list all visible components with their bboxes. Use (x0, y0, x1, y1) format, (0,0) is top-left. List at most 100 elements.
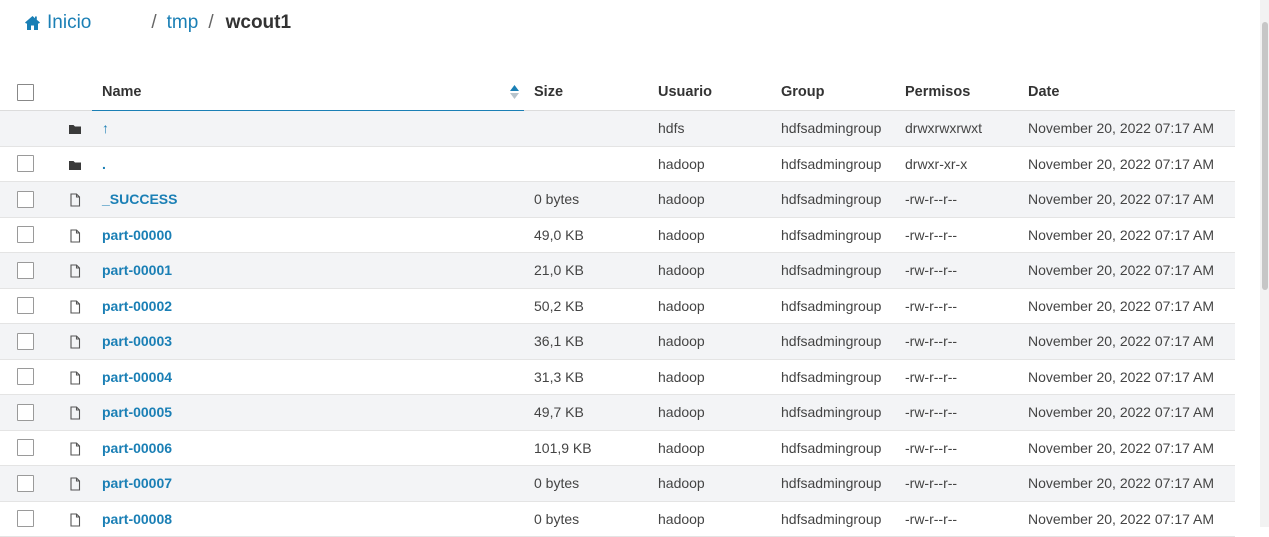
row-group: hdfsadmingroup (771, 501, 895, 537)
row-group: hdfsadmingroup (771, 359, 895, 395)
row-group: hdfsadmingroup (771, 217, 895, 253)
row-checkbox[interactable] (17, 510, 34, 528)
row-checkbox[interactable] (17, 261, 34, 279)
row-size: 0 bytes (524, 501, 648, 537)
sort-ascending-icon[interactable] (509, 83, 520, 101)
permissions-column-header[interactable]: Permisos (895, 74, 1018, 111)
table-row[interactable]: part-00002 50,2 KB hadoop hdfsadmingroup -rw… (0, 288, 1235, 324)
icon-column-header (58, 74, 92, 111)
table-row[interactable]: _SUCCESS 0 bytes hadoop hdfsadmingroup -rw-r… (0, 181, 1235, 218)
table-row[interactable]: part-00003 36,1 KB hadoop hdfsadmingroup -rw… (0, 323, 1235, 360)
row-name-link[interactable]: part-00001 (102, 262, 172, 278)
row-icon-cell (58, 146, 92, 182)
table-row[interactable]: part-00001 21,0 KB hadoop hdfsadmingroup -rw… (0, 252, 1235, 289)
table-row[interactable]: part-00000 49,0 KB hadoop hdfsadmingroup -rw… (0, 217, 1235, 253)
row-icon-cell (58, 465, 92, 502)
table-header-row: Name Size Usuario Group Permisos Date (0, 74, 1235, 111)
row-icon-cell (58, 181, 92, 218)
row-name-cell: part-00000 (92, 217, 524, 253)
vertical-scrollbar[interactable] (1260, 0, 1269, 527)
row-size: 0 bytes (524, 181, 648, 218)
row-user: hadoop (648, 288, 771, 324)
row-name-link[interactable]: part-00000 (102, 227, 172, 243)
select-all-cell (0, 74, 58, 111)
row-icon-cell (58, 501, 92, 537)
row-size (524, 146, 648, 182)
scrollbar-thumb[interactable] (1262, 22, 1268, 290)
row-icon-cell (58, 288, 92, 324)
row-icon-cell (58, 323, 92, 360)
row-size: 49,7 KB (524, 394, 648, 431)
row-group: hdfsadmingroup (771, 288, 895, 324)
table-row[interactable]: . hadoop hdfsadmingroup drwxr-xr-x November … (0, 146, 1235, 182)
row-select-cell (0, 430, 58, 466)
row-icon-cell (58, 110, 92, 147)
row-select-cell (0, 110, 58, 147)
row-date: November 20, 2022 07:17 AM (1018, 465, 1235, 502)
file-icon (68, 477, 82, 491)
name-column-header[interactable]: Name (92, 74, 524, 111)
home-icon (25, 16, 40, 30)
row-size: 49,0 KB (524, 217, 648, 253)
row-name-link[interactable]: part-00002 (102, 298, 172, 314)
table-row[interactable]: part-00004 31,3 KB hadoop hdfsadmingroup -rw… (0, 359, 1235, 395)
group-column-header[interactable]: Group (771, 74, 895, 111)
row-name-cell: part-00007 (92, 465, 524, 502)
row-user: hadoop (648, 217, 771, 253)
file-icon (68, 229, 82, 243)
row-name-link[interactable]: part-00008 (102, 511, 172, 527)
row-date: November 20, 2022 07:17 AM (1018, 323, 1235, 360)
row-checkbox[interactable] (17, 368, 34, 386)
breadcrumb-item-tmp[interactable]: tmp (167, 12, 199, 34)
table-row[interactable]: part-00006 101,9 KB hadoop hdfsadmingroup -r… (0, 430, 1235, 466)
row-date: November 20, 2022 07:17 AM (1018, 146, 1235, 182)
row-size: 0 bytes (524, 465, 648, 502)
file-icon (68, 335, 82, 349)
row-group: hdfsadmingroup (771, 110, 895, 147)
row-name-link[interactable]: part-00003 (102, 333, 172, 349)
date-column-header[interactable]: Date (1018, 74, 1235, 111)
table-row[interactable]: part-00008 0 bytes hadoop hdfsadmingroup -rw… (0, 501, 1235, 537)
row-size: 31,3 KB (524, 359, 648, 395)
row-date: November 20, 2022 07:17 AM (1018, 359, 1235, 395)
row-icon-cell (58, 359, 92, 395)
breadcrumb-separator: / (151, 12, 157, 33)
file-icon (68, 442, 82, 456)
row-checkbox[interactable] (17, 226, 34, 244)
file-icon (68, 406, 82, 420)
row-name-link[interactable]: ↑ (102, 120, 109, 136)
row-group: hdfsadmingroup (771, 394, 895, 431)
row-select-cell (0, 465, 58, 502)
row-date: November 20, 2022 07:17 AM (1018, 430, 1235, 466)
row-checkbox[interactable] (17, 474, 34, 492)
row-name-cell: part-00002 (92, 288, 524, 324)
row-permissions: drwxrwxrwxt (895, 110, 1018, 147)
row-name-link[interactable]: _SUCCESS (102, 191, 177, 207)
breadcrumb-home-link[interactable]: Inicio (24, 12, 91, 34)
table-row[interactable]: part-00007 0 bytes hadoop hdfsadmingroup -rw… (0, 465, 1235, 502)
row-checkbox[interactable] (17, 155, 34, 173)
size-column-header[interactable]: Size (524, 74, 648, 111)
row-name-link[interactable]: . (102, 156, 106, 172)
row-checkbox[interactable] (17, 190, 34, 208)
row-name-link[interactable]: part-00007 (102, 475, 172, 491)
row-group: hdfsadmingroup (771, 430, 895, 466)
row-checkbox[interactable] (17, 439, 34, 457)
row-group: hdfsadmingroup (771, 323, 895, 360)
row-checkbox[interactable] (17, 332, 34, 350)
select-all-checkbox[interactable] (17, 83, 34, 101)
row-group: hdfsadmingroup (771, 181, 895, 218)
table-row[interactable]: ↑ hdfs hdfsadmingroup drwxrwxrwxt November 2… (0, 110, 1235, 147)
row-group: hdfsadmingroup (771, 252, 895, 289)
row-checkbox[interactable] (17, 297, 34, 315)
row-checkbox[interactable] (17, 403, 34, 421)
row-size (524, 110, 648, 147)
table-row[interactable]: part-00005 49,7 KB hadoop hdfsadmingroup -rw… (0, 394, 1235, 431)
row-name-link[interactable]: part-00006 (102, 440, 172, 456)
row-user: hadoop (648, 323, 771, 360)
row-name-link[interactable]: part-00005 (102, 404, 172, 420)
row-name-link[interactable]: part-00004 (102, 369, 172, 385)
user-column-header[interactable]: Usuario (648, 74, 771, 111)
row-permissions: -rw-r--r-- (895, 430, 1018, 466)
name-column-label: Name (102, 84, 142, 100)
